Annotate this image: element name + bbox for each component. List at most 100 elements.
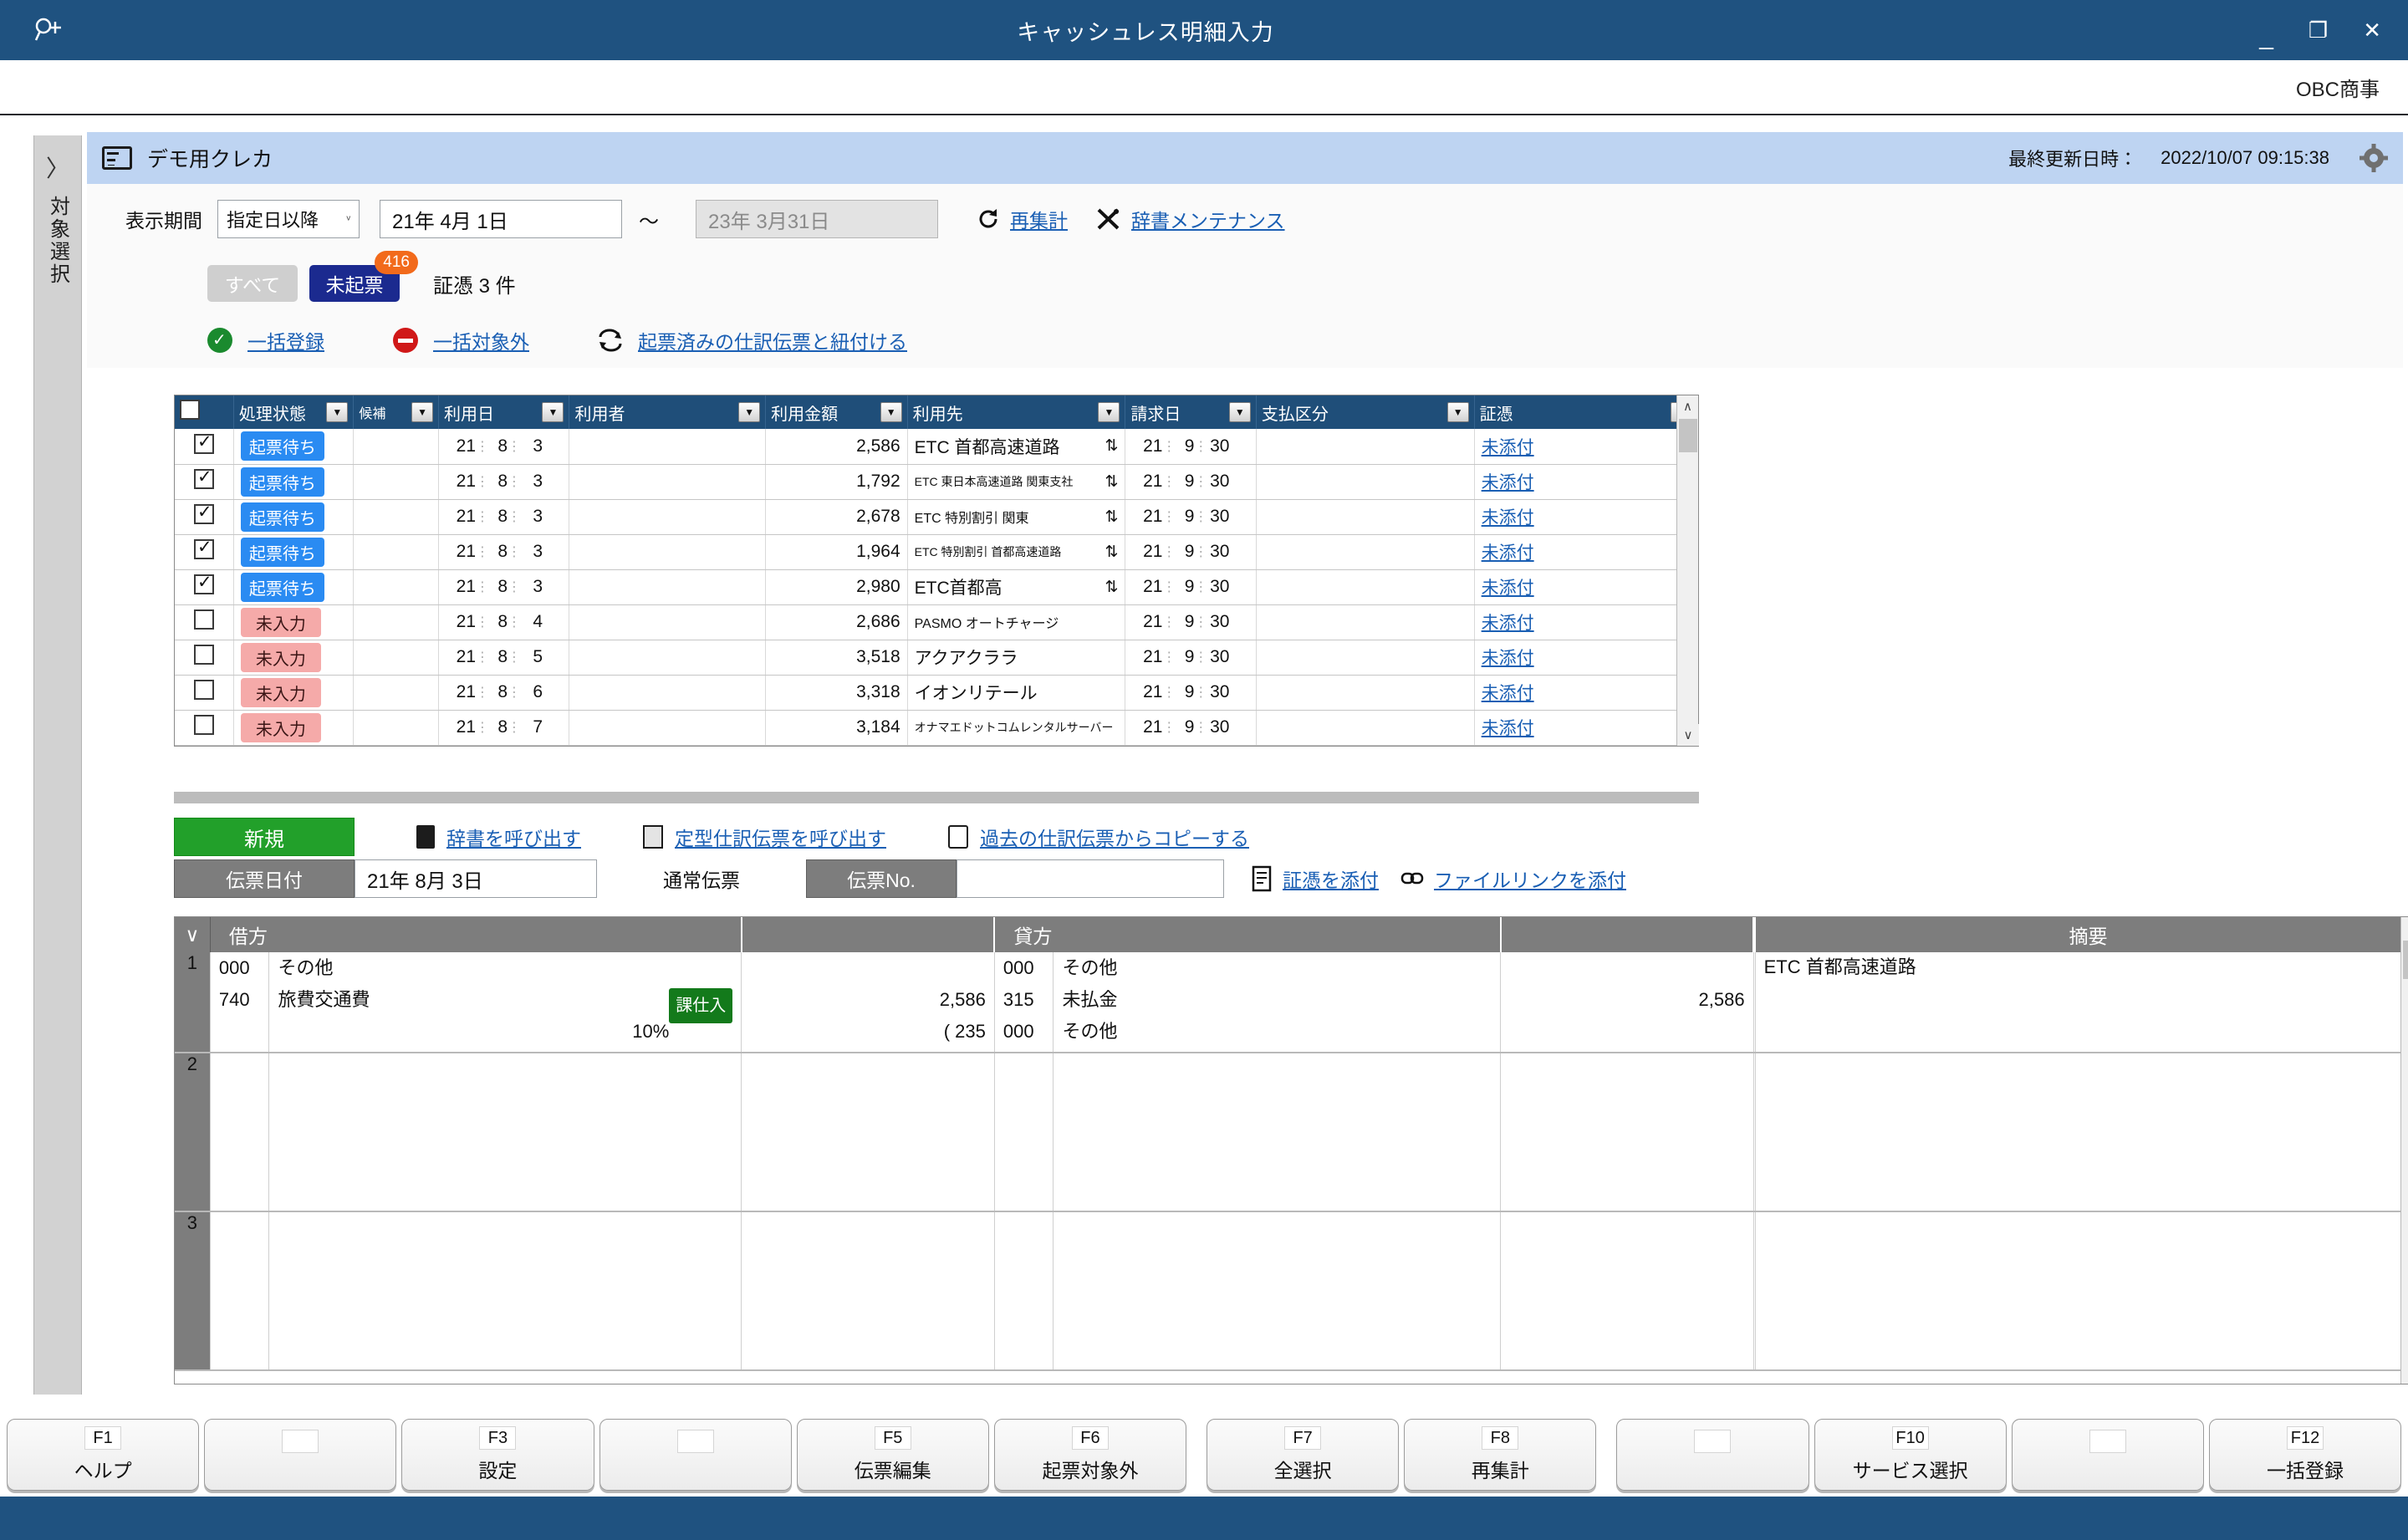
journal-scroll-thumb[interactable]	[2403, 941, 2408, 979]
row-checkbox-cell[interactable]	[175, 429, 234, 465]
gear-icon[interactable]	[2360, 144, 2388, 172]
row-evidence-cell[interactable]: 未添付	[1474, 604, 1699, 640]
table-row[interactable]: 未入力 21 ⋮ 8 ⋮ 7 3,184 オナマエドットコムレンタルサーバー 21 ⋮ 9 ⋮ 30 未添…	[175, 710, 1699, 746]
evidence-link[interactable]: 未添付	[1482, 684, 1534, 703]
filter-icon-vendor[interactable]: ▼	[1098, 402, 1120, 422]
journal-debit-code[interactable]	[210, 1211, 270, 1371]
row-user-cell[interactable]	[569, 710, 767, 746]
journal-debit-amount[interactable]: 2,586( 235	[741, 952, 995, 1053]
row-checkbox-cell[interactable]	[175, 569, 234, 605]
filter-icon-use-date[interactable]: ▼	[542, 402, 564, 422]
attach-evidence-link[interactable]: 証憑を添付	[1283, 864, 1379, 893]
panel-splitter[interactable]	[174, 792, 1699, 803]
filter-icon-amount[interactable]: ▼	[880, 402, 902, 422]
swap-icon[interactable]: ⇅	[1105, 578, 1119, 597]
link-existing-voucher-link[interactable]: 起票済みの仕訳伝票と紐付ける	[638, 326, 907, 354]
row-pay-type-cell[interactable]	[1256, 429, 1475, 465]
swap-icon[interactable]: ⇅	[1105, 543, 1119, 562]
row-checkbox[interactable]	[193, 609, 214, 630]
row-checkbox-cell[interactable]	[175, 534, 234, 570]
journal-debit-name[interactable]	[268, 1053, 742, 1212]
evidence-link[interactable]: 未添付	[1482, 579, 1534, 598]
tab-all[interactable]: すべて	[207, 265, 298, 302]
row-use-date-cell[interactable]: 21 ⋮ 8 ⋮ 4	[438, 604, 570, 640]
row-user-cell[interactable]	[569, 569, 767, 605]
row-use-date-cell[interactable]: 21 ⋮ 8 ⋮ 3	[438, 569, 570, 605]
row-use-date-cell[interactable]: 21 ⋮ 8 ⋮ 5	[438, 640, 570, 676]
row-user-cell[interactable]	[569, 499, 767, 535]
row-user-cell[interactable]	[569, 464, 767, 500]
tab-unposted[interactable]: 未起票 416	[309, 251, 418, 302]
row-evidence-cell[interactable]: 未添付	[1474, 499, 1699, 535]
table-row[interactable]: 起票待ち 21⋮8⋮3 2,980ETC首都高⇅21⋮9⋮30 未添付	[175, 569, 1699, 605]
fkey-f7[interactable]: F7 全選択	[1207, 1419, 1400, 1491]
evidence-link[interactable]: 未添付	[1482, 438, 1534, 457]
row-checkbox[interactable]	[193, 715, 214, 735]
journal-debit-amount[interactable]	[741, 1053, 995, 1212]
scroll-down-arrow[interactable]: ∨	[1677, 723, 1699, 746]
row-evidence-cell[interactable]: 未添付	[1474, 429, 1699, 465]
row-user-cell[interactable]	[569, 604, 767, 640]
journal-vertical-scrollbar[interactable]: ∧ ∨	[2400, 917, 2408, 1384]
row-pay-type-cell[interactable]	[1256, 710, 1475, 746]
row-checkbox[interactable]	[193, 645, 214, 665]
row-checkbox[interactable]	[193, 680, 214, 700]
table-vertical-scrollbar[interactable]: ∧ ∨	[1676, 395, 1699, 746]
journal-credit-name[interactable]	[1053, 1211, 1502, 1371]
row-user-cell[interactable]	[569, 640, 767, 676]
evidence-link[interactable]: 未添付	[1482, 614, 1534, 633]
row-pay-type-cell[interactable]	[1256, 604, 1475, 640]
journal-debit-amount[interactable]	[741, 1211, 995, 1371]
evidence-link[interactable]: 未添付	[1482, 543, 1534, 563]
journal-debit-code[interactable]	[210, 1053, 270, 1212]
row-checkbox[interactable]	[193, 537, 214, 559]
row-use-date-cell[interactable]: 21 ⋮ 8 ⋮ 3	[438, 464, 570, 500]
journal-credit-code[interactable]	[994, 1053, 1054, 1212]
attach-filelink-link[interactable]: ファイルリンクを添付	[1434, 864, 1626, 893]
fkey-f1[interactable]: F1 ヘルプ	[7, 1419, 200, 1491]
row-pay-type-cell[interactable]	[1256, 534, 1475, 570]
journal-scroll-up-arrow[interactable]: ∧	[2401, 917, 2408, 939]
swap-icon[interactable]: ⇅	[1105, 472, 1119, 492]
table-row[interactable]: 未入力 21 ⋮ 8 ⋮ 6 3,318 イオンリテール 21 ⋮ 9 ⋮ 30 未添付	[175, 675, 1699, 711]
row-checkbox[interactable]	[193, 431, 214, 454]
row-evidence-cell[interactable]: 未添付	[1474, 569, 1699, 605]
scroll-thumb[interactable]	[1679, 419, 1697, 452]
journal-credit-name[interactable]	[1053, 1053, 1502, 1212]
row-evidence-cell[interactable]: 未添付	[1474, 675, 1699, 711]
row-checkbox-cell[interactable]	[175, 464, 234, 500]
fkey-f6[interactable]: F6 起票対象外	[993, 1419, 1187, 1491]
filter-icon-bill-date[interactable]: ▼	[1228, 402, 1251, 422]
journal-credit-code[interactable]	[994, 1211, 1054, 1371]
journal-row[interactable]: 2	[175, 1053, 2408, 1212]
row-use-date-cell[interactable]: 21 ⋮ 8 ⋮ 7	[438, 710, 570, 746]
journal-summary[interactable]	[1755, 1211, 2408, 1371]
filter-icon-status[interactable]: ▼	[326, 402, 349, 422]
row-use-date-cell[interactable]: 21 ⋮ 8 ⋮ 3	[438, 534, 570, 570]
table-row[interactable]: 起票待ち 21⋮8⋮3 1,792ETC 東日本高速道路 関東支社⇅21⋮9⋮30 未…	[175, 464, 1699, 500]
row-checkbox[interactable]	[193, 572, 214, 594]
voucher-date-input[interactable]: 21年 8月 3日	[355, 859, 597, 898]
filter-icon-candidate[interactable]: ▼	[411, 402, 434, 422]
journal-row[interactable]: 1 000 740 その他 旅費交通費 課仕入 10% 2,586( 235 000 315 0…	[175, 952, 2408, 1053]
date-from-input[interactable]: 21年 4月 1日	[380, 200, 622, 238]
voucher-no-input[interactable]	[957, 859, 1224, 898]
fkey-f8[interactable]: F8 再集計	[1404, 1419, 1597, 1491]
row-pay-type-cell[interactable]	[1256, 464, 1475, 500]
journal-scroll-down-arrow[interactable]: ∨	[2401, 1362, 2408, 1384]
evidence-link[interactable]: 未添付	[1482, 508, 1534, 528]
table-row[interactable]: 起票待ち 21⋮8⋮3 2,678ETC 特別割引 関東⇅21⋮9⋮30 未添付	[175, 499, 1699, 535]
row-checkbox-cell[interactable]	[175, 499, 234, 535]
journal-row[interactable]: 3	[175, 1211, 2408, 1371]
scroll-up-arrow[interactable]: ∧	[1677, 395, 1698, 417]
evidence-link[interactable]: 未添付	[1482, 473, 1534, 492]
col-select-all[interactable]	[175, 395, 234, 429]
row-evidence-cell[interactable]: 未添付	[1474, 640, 1699, 676]
table-row[interactable]: 未入力 21 ⋮ 8 ⋮ 4 2,686 PASMO オートチャージ 21 ⋮ 9 ⋮ 30 未添付	[175, 604, 1699, 640]
journal-debit-name[interactable]	[268, 1211, 742, 1371]
recalc-link[interactable]: 再集計	[1010, 205, 1068, 233]
journal-credit-code[interactable]: 000 315 000	[994, 952, 1054, 1053]
select-all-checkbox[interactable]	[180, 400, 200, 420]
journal-expand-toggle[interactable]: ∨	[175, 917, 211, 952]
row-user-cell[interactable]	[569, 429, 767, 465]
